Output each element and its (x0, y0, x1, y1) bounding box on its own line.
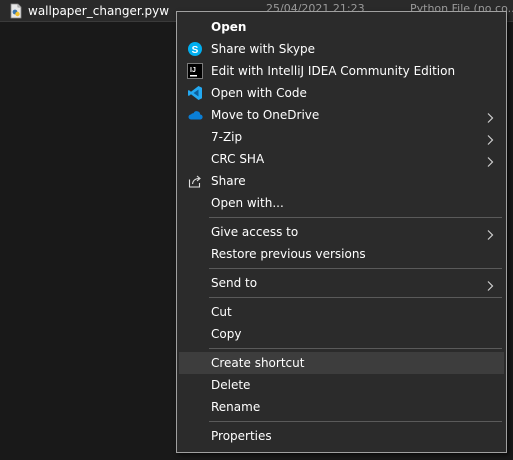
menu-item-share-skype[interactable]: S Share with Skype (179, 38, 504, 60)
menu-item-label: Restore previous versions (211, 247, 366, 261)
menu-separator (209, 268, 502, 269)
menu-item-7zip[interactable]: 7-Zip (179, 126, 504, 148)
svg-text:IJ: IJ (190, 67, 196, 74)
menu-item-open-with[interactable]: Open with... (179, 192, 504, 214)
menu-item-edit-intellij[interactable]: IJ Edit with IntelliJ IDEA Community Edi… (179, 60, 504, 82)
context-menu: Open S Share with Skype IJ Edit with Int… (176, 11, 507, 453)
menu-item-create-shortcut[interactable]: Create shortcut (179, 352, 504, 374)
menu-item-label: Send to (211, 276, 258, 290)
menu-item-label: Open (211, 20, 247, 34)
menu-separator (209, 421, 502, 422)
menu-item-rename[interactable]: Rename (179, 396, 504, 418)
menu-separator (209, 297, 502, 298)
menu-separator (209, 348, 502, 349)
menu-item-restore-versions[interactable]: Restore previous versions (179, 243, 504, 265)
submenu-arrow-icon (484, 277, 496, 291)
menu-item-cut[interactable]: Cut (179, 301, 504, 323)
menu-item-delete[interactable]: Delete (179, 374, 504, 396)
submenu-arrow-icon (484, 153, 496, 167)
menu-item-crc-sha[interactable]: CRC SHA (179, 148, 504, 170)
menu-item-label: Rename (211, 400, 261, 414)
menu-item-label: Open with... (211, 196, 284, 210)
intellij-icon: IJ (187, 63, 203, 79)
submenu-arrow-icon (484, 226, 496, 240)
menu-item-share[interactable]: Share (179, 170, 504, 192)
menu-item-label: Copy (211, 327, 242, 341)
file-explorer: wallpaper_changer.pyw 25/04/2021 21:23 P… (0, 0, 513, 460)
menu-item-properties[interactable]: Properties (179, 425, 504, 447)
menu-item-label: Give access to (211, 225, 299, 239)
menu-item-label: 7-Zip (211, 130, 243, 144)
python-file-icon (8, 3, 24, 19)
menu-item-label: Share (211, 174, 246, 188)
menu-item-open-code[interactable]: Open with Code (179, 82, 504, 104)
menu-item-label: Properties (211, 429, 272, 443)
submenu-arrow-icon (484, 131, 496, 145)
menu-item-label: Open with Code (211, 86, 307, 100)
submenu-arrow-icon (484, 109, 496, 123)
menu-item-give-access[interactable]: Give access to (179, 221, 504, 243)
menu-item-label: Move to OneDrive (211, 108, 320, 122)
menu-separator (209, 217, 502, 218)
menu-item-label: Delete (211, 378, 251, 392)
menu-item-move-onedrive[interactable]: Move to OneDrive (179, 104, 504, 126)
vscode-icon (187, 85, 203, 101)
onedrive-cloud-icon (187, 107, 203, 123)
menu-item-label: Cut (211, 305, 232, 319)
skype-icon: S (187, 41, 203, 57)
share-icon (187, 173, 203, 189)
menu-item-copy[interactable]: Copy (179, 323, 504, 345)
menu-item-label: CRC SHA (211, 152, 265, 166)
menu-item-label: Share with Skype (211, 42, 315, 56)
menu-item-send-to[interactable]: Send to (179, 272, 504, 294)
menu-item-open[interactable]: Open (179, 16, 504, 38)
menu-item-label: Create shortcut (211, 356, 305, 370)
menu-item-label: Edit with IntelliJ IDEA Community Editio… (211, 64, 456, 78)
file-name: wallpaper_changer.pyw (28, 4, 170, 18)
svg-text:S: S (192, 45, 199, 56)
